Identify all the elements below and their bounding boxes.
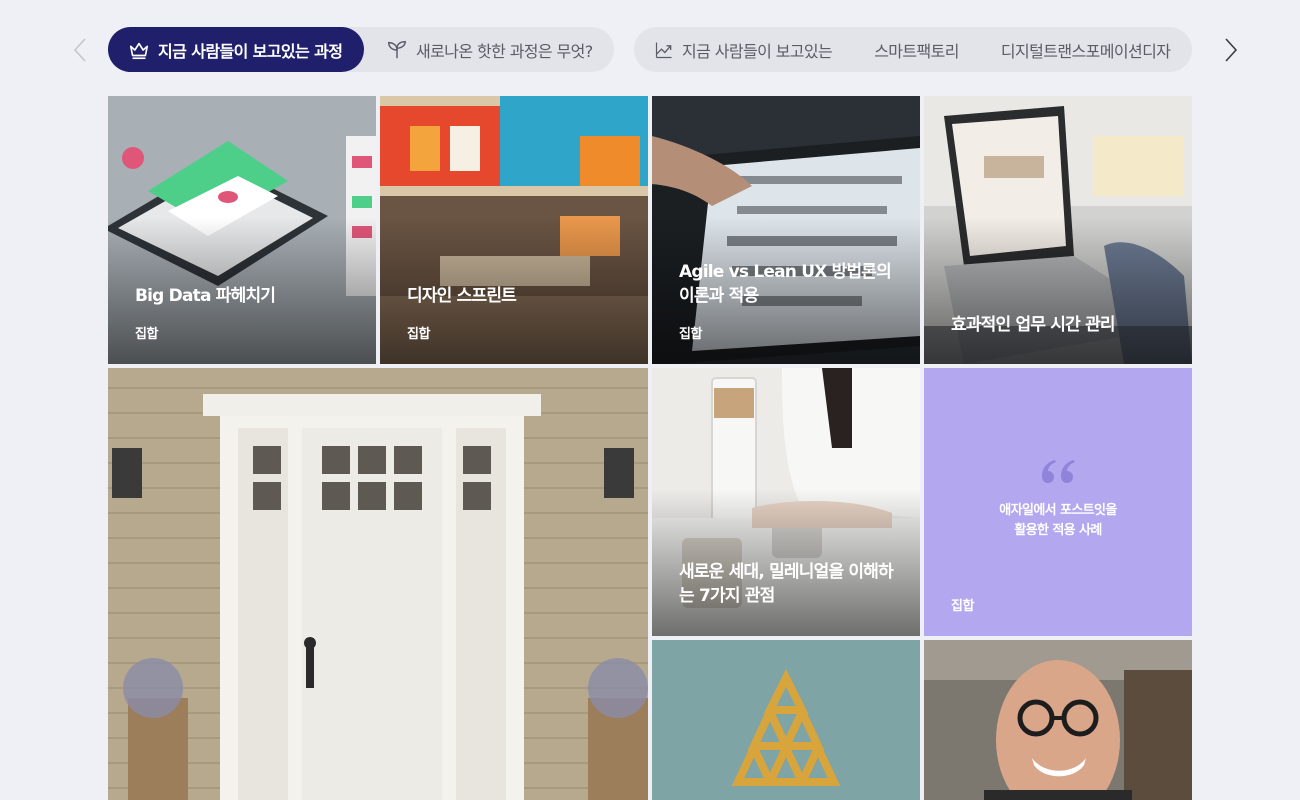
keyword-item[interactable]: 디지털트랜스포메이션디자 <box>1000 38 1171 62</box>
course-card-millennial[interactable]: 새로운 세대, 밀레니얼을 이해하는 7가지 관점 <box>652 368 920 636</box>
course-card-design-sprint[interactable]: 디자인 스프린트 집합 <box>380 96 648 364</box>
card-title: Agile vs Lean UX 방법론의 이론과 적용 <box>679 262 892 306</box>
keyword-label: 디지털트랜스포메이션디자 <box>1000 41 1171 61</box>
tab-label: 새로나온 핫한 과정은 무엇? <box>416 41 593 61</box>
course-card-portrait-image[interactable] <box>924 640 1192 800</box>
tab-label: 지금 사람들이 보고있는 과정 <box>158 41 343 61</box>
sprout-icon <box>386 39 408 61</box>
course-tab-group: 지금 사람들이 보고있는 과정 새로나온 핫한 과정은 무엇? <box>108 27 614 72</box>
cracker-pyramid-photo <box>652 640 920 800</box>
keyword-label: 스마트팩토리 <box>874 41 959 61</box>
course-card-bigdata[interactable]: Big Data 파헤치기 집합 <box>108 96 376 364</box>
tab-trending-courses[interactable]: 지금 사람들이 보고있는 과정 <box>108 27 364 72</box>
card-title: 효과적인 업무 시간 관리 <box>951 315 1116 335</box>
card-title: 디자인 스프린트 <box>407 286 517 306</box>
trending-keywords-bar: 지금 사람들이 보고있는 스마트팩토리 디지털트랜스포메이션디자 <box>634 27 1192 72</box>
keyword-label: 지금 사람들이 보고있는 <box>682 41 833 61</box>
keyword-item[interactable]: 스마트팩토리 <box>874 38 959 62</box>
card-tag: 집합 <box>407 327 430 342</box>
course-card-quote[interactable]: 애자일에서 포스트잇을 활용한 적용 사례 집합 <box>924 368 1192 636</box>
card-tag: 집합 <box>951 599 974 614</box>
card-tag: 집합 <box>679 327 702 342</box>
crown-icon <box>128 39 150 61</box>
course-card-pyramid-image[interactable] <box>652 640 920 800</box>
quote-line: 애자일에서 포스트잇을 <box>999 503 1117 518</box>
trending-up-icon <box>654 40 674 60</box>
quote-text: 애자일에서 포스트잇을 활용한 적용 사례 <box>924 501 1192 541</box>
prev-arrow-button[interactable] <box>67 36 93 64</box>
chevron-right-icon <box>1225 38 1238 62</box>
card-title: Big Data 파헤치기 <box>135 286 276 306</box>
front-door-photo <box>108 368 648 800</box>
course-card-time-management[interactable]: 효과적인 업무 시간 관리 <box>924 96 1192 364</box>
next-arrow-button[interactable] <box>1218 36 1244 64</box>
card-gradient <box>924 216 1192 364</box>
smiling-man-photo <box>924 640 1192 800</box>
keyword-item[interactable]: 지금 사람들이 보고있는 <box>654 38 833 62</box>
chevron-left-icon <box>73 38 86 62</box>
course-card-agile-lean-ux[interactable]: Agile vs Lean UX 방법론의 이론과 적용 집합 <box>652 96 920 364</box>
course-card-door-image[interactable] <box>108 368 648 800</box>
card-tag: 집합 <box>135 327 158 342</box>
tab-new-hot-courses[interactable]: 새로나온 핫한 과정은 무엇? <box>364 27 593 72</box>
card-title: 새로운 세대, 밀레니얼을 이해하는 7가지 관점 <box>679 562 894 606</box>
quote-line: 활용한 적용 사례 <box>1014 523 1102 538</box>
quote-icon <box>924 458 1192 488</box>
